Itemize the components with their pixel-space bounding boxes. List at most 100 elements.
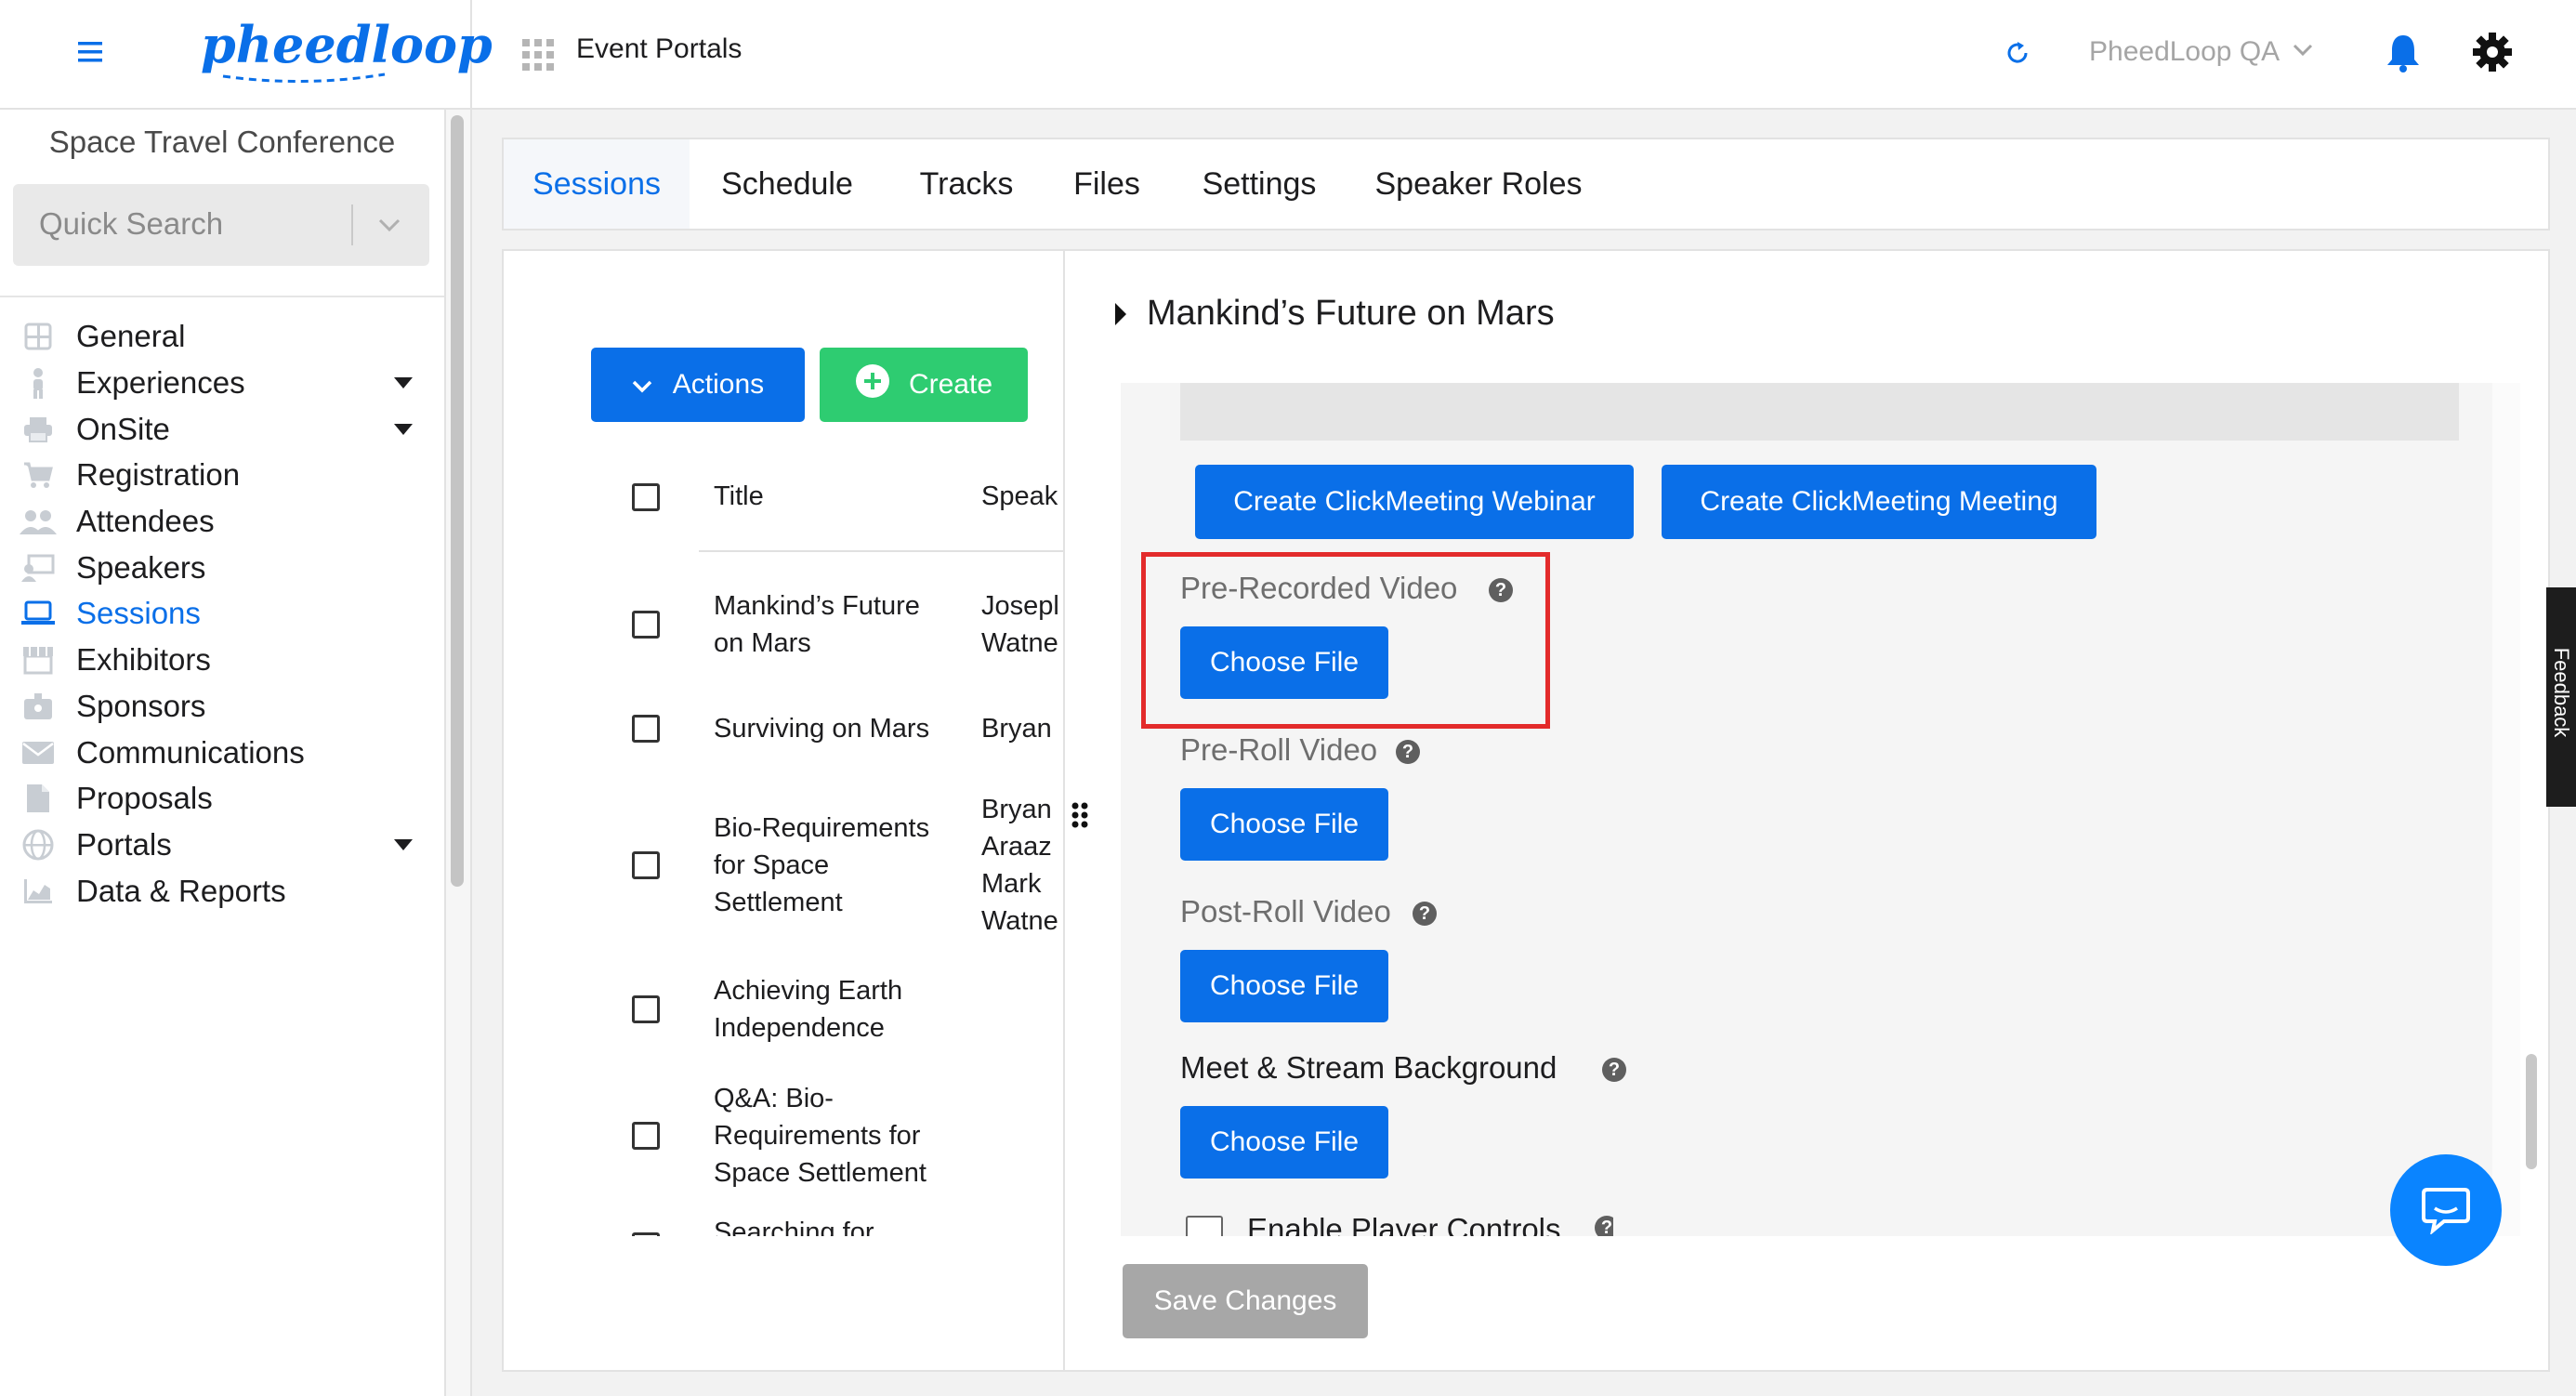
create-clickmeeting-webinar-button[interactable]: Create ClickMeeting Webinar: [1195, 465, 1634, 539]
pre-roll-video-choose-file-button[interactable]: Choose File: [1180, 788, 1388, 861]
player-controls-checkbox[interactable]: [1186, 1216, 1223, 1236]
embed-placeholder-area: [1180, 383, 2459, 441]
session-title-cell[interactable]: Searching for: [714, 1214, 965, 1236]
tab-tracks[interactable]: Tracks: [885, 139, 1048, 229]
caret-down-icon[interactable]: [394, 424, 413, 435]
plus-circle-icon: [855, 363, 890, 406]
refresh-icon[interactable]: [2004, 39, 2031, 67]
speaker-name-line: Josepl: [981, 591, 1059, 621]
column-header-title[interactable]: Title: [714, 478, 764, 515]
chat-support-icon[interactable]: [2390, 1154, 2502, 1266]
speaker-name-line: Mark: [981, 869, 1042, 899]
player-controls-row[interactable]: Enable Player Controls ?: [1186, 1214, 1613, 1236]
post-roll-video-choose-file-button[interactable]: Choose File: [1180, 950, 1388, 1022]
brand-logo[interactable]: pheedloop: [201, 15, 493, 87]
create-label: Create: [908, 369, 993, 400]
tab-speaker-roles[interactable]: Speaker Roles: [1353, 139, 1604, 229]
session-rows: Mankind’s Future on Mars Josepl Watne Surviv…: [502, 554, 1063, 1236]
caret-down-icon[interactable]: [394, 377, 413, 389]
section-title[interactable]: Event Portals: [576, 33, 742, 65]
save-changes-button[interactable]: Save Changes: [1123, 1264, 1368, 1338]
drag-handle-icon[interactable]: [1071, 801, 1089, 829]
session-title-cell[interactable]: Surviving on Mars: [714, 710, 965, 747]
session-title-line: Surviving on Mars: [714, 714, 930, 744]
pre-recorded-video-choose-file-button[interactable]: Choose File: [1180, 626, 1388, 699]
session-title-cell[interactable]: Achieving Earth Independence: [714, 972, 965, 1047]
account-name: PheedLoop QA: [2089, 36, 2280, 67]
table-row[interactable]: Achieving Earth Independence: [502, 952, 1063, 1067]
sidebar-item-data-reports[interactable]: Data & Reports: [0, 857, 444, 926]
tab-sessions[interactable]: Sessions: [504, 139, 690, 229]
session-title-line: Bio-Requirements: [714, 813, 930, 843]
pre-roll-video-label: Pre-Roll Video: [1180, 732, 1378, 767]
session-title-line: Space Settlement: [714, 1158, 927, 1188]
row-checkbox[interactable]: [632, 611, 660, 639]
speaker-cell: Bryan Araaz Mark Watne: [981, 791, 1063, 940]
row-checkbox[interactable]: [632, 851, 660, 879]
speaker-name-line: Watne: [981, 628, 1058, 658]
feedback-side-tab[interactable]: Feedback: [2546, 587, 2576, 807]
row-checkbox[interactable]: [632, 995, 660, 1023]
table-row[interactable]: Q&A: Bio- Requirements for Space Settlemen…: [502, 1067, 1063, 1205]
session-title-line: Requirements for: [714, 1121, 921, 1151]
create-clickmeeting-meeting-button[interactable]: Create ClickMeeting Meeting: [1662, 465, 2096, 539]
tab-settings[interactable]: Settings: [1165, 139, 1353, 229]
detail-scrollbar-thumb[interactable]: [2526, 1054, 2537, 1169]
player-controls-label: Enable Player Controls: [1247, 1214, 1561, 1236]
row-checkbox[interactable]: [632, 1232, 660, 1236]
session-title-line: on Mars: [714, 628, 811, 658]
pre-recorded-video-label: Pre-Recorded Video: [1180, 571, 1458, 605]
chevron-down-icon: [377, 217, 401, 237]
tab-files[interactable]: Files: [1048, 139, 1165, 229]
session-title-cell[interactable]: Mankind’s Future on Mars: [714, 587, 965, 662]
table-row[interactable]: Searching for: [502, 1205, 1063, 1236]
tab-schedule[interactable]: Schedule: [690, 139, 885, 229]
notification-bell-icon[interactable]: [2385, 32, 2422, 72]
table-row[interactable]: Bio-Requirements for Space Settlement Bryan…: [502, 779, 1063, 952]
feedback-label: Feedback: [2550, 647, 2573, 738]
help-icon[interactable]: ?: [1413, 902, 1437, 926]
session-title-line: Independence: [714, 1013, 885, 1043]
table-row[interactable]: Surviving on Mars Bryan: [502, 678, 1063, 779]
post-roll-video-label: Post-Roll Video: [1180, 894, 1391, 928]
speaker-name-line: Bryan: [981, 795, 1052, 824]
sidebar-scrollbar-thumb[interactable]: [451, 115, 464, 887]
column-header-speaker[interactable]: Speak: [981, 478, 1061, 515]
speaker-name-line: Araaz: [981, 832, 1052, 862]
actions-button[interactable]: Actions: [591, 348, 805, 422]
session-title-line: Searching for: [714, 1218, 874, 1236]
meet-stream-background-choose-file-button[interactable]: Choose File: [1180, 1106, 1388, 1179]
help-icon[interactable]: ?: [1396, 740, 1420, 764]
apps-grid-icon[interactable]: [522, 39, 554, 71]
session-title-line: Achieving Earth: [714, 976, 903, 1006]
session-title-line: Mankind’s Future: [714, 591, 920, 621]
detail-scrollbar-track[interactable]: [2492, 383, 2520, 1236]
hamburger-menu-icon[interactable]: [78, 41, 102, 63]
account-switcher[interactable]: PheedLoop QA: [2089, 32, 2313, 72]
settings-gear-icon[interactable]: [2472, 32, 2513, 72]
session-title-line: Q&A: Bio-: [714, 1084, 834, 1113]
create-button[interactable]: Create: [820, 348, 1028, 422]
table-header-divider: [699, 550, 1063, 552]
session-title-cell[interactable]: Bio-Requirements for Space Settlement: [714, 810, 965, 921]
brand-logo-text: pheedloop: [201, 15, 493, 74]
speaker-cell: Josepl Watne: [981, 587, 1063, 662]
help-icon[interactable]: ?: [1602, 1058, 1626, 1082]
session-title: Mankind’s Future on Mars: [1147, 294, 1555, 333]
row-checkbox[interactable]: [632, 1122, 660, 1150]
quick-search-select[interactable]: Quick Search: [13, 184, 429, 266]
chevron-down-icon: [2293, 44, 2313, 61]
chart-icon: [19, 872, 58, 911]
table-row[interactable]: Mankind’s Future on Mars Josepl Watne: [502, 571, 1063, 678]
sidebar-divider: [0, 296, 444, 297]
chevron-down-icon: [632, 369, 652, 401]
session-title-cell[interactable]: Q&A: Bio- Requirements for Space Settlemen…: [714, 1080, 965, 1192]
collapse-triangle-icon[interactable]: [1113, 301, 1128, 332]
select-all-checkbox[interactable]: [632, 483, 660, 511]
help-icon[interactable]: ?: [1595, 1216, 1613, 1236]
quick-search-placeholder: Quick Search: [39, 206, 224, 241]
row-checkbox[interactable]: [632, 715, 660, 743]
caret-down-icon[interactable]: [394, 839, 413, 850]
help-icon[interactable]: ?: [1489, 578, 1513, 602]
search-divider: [351, 204, 353, 245]
